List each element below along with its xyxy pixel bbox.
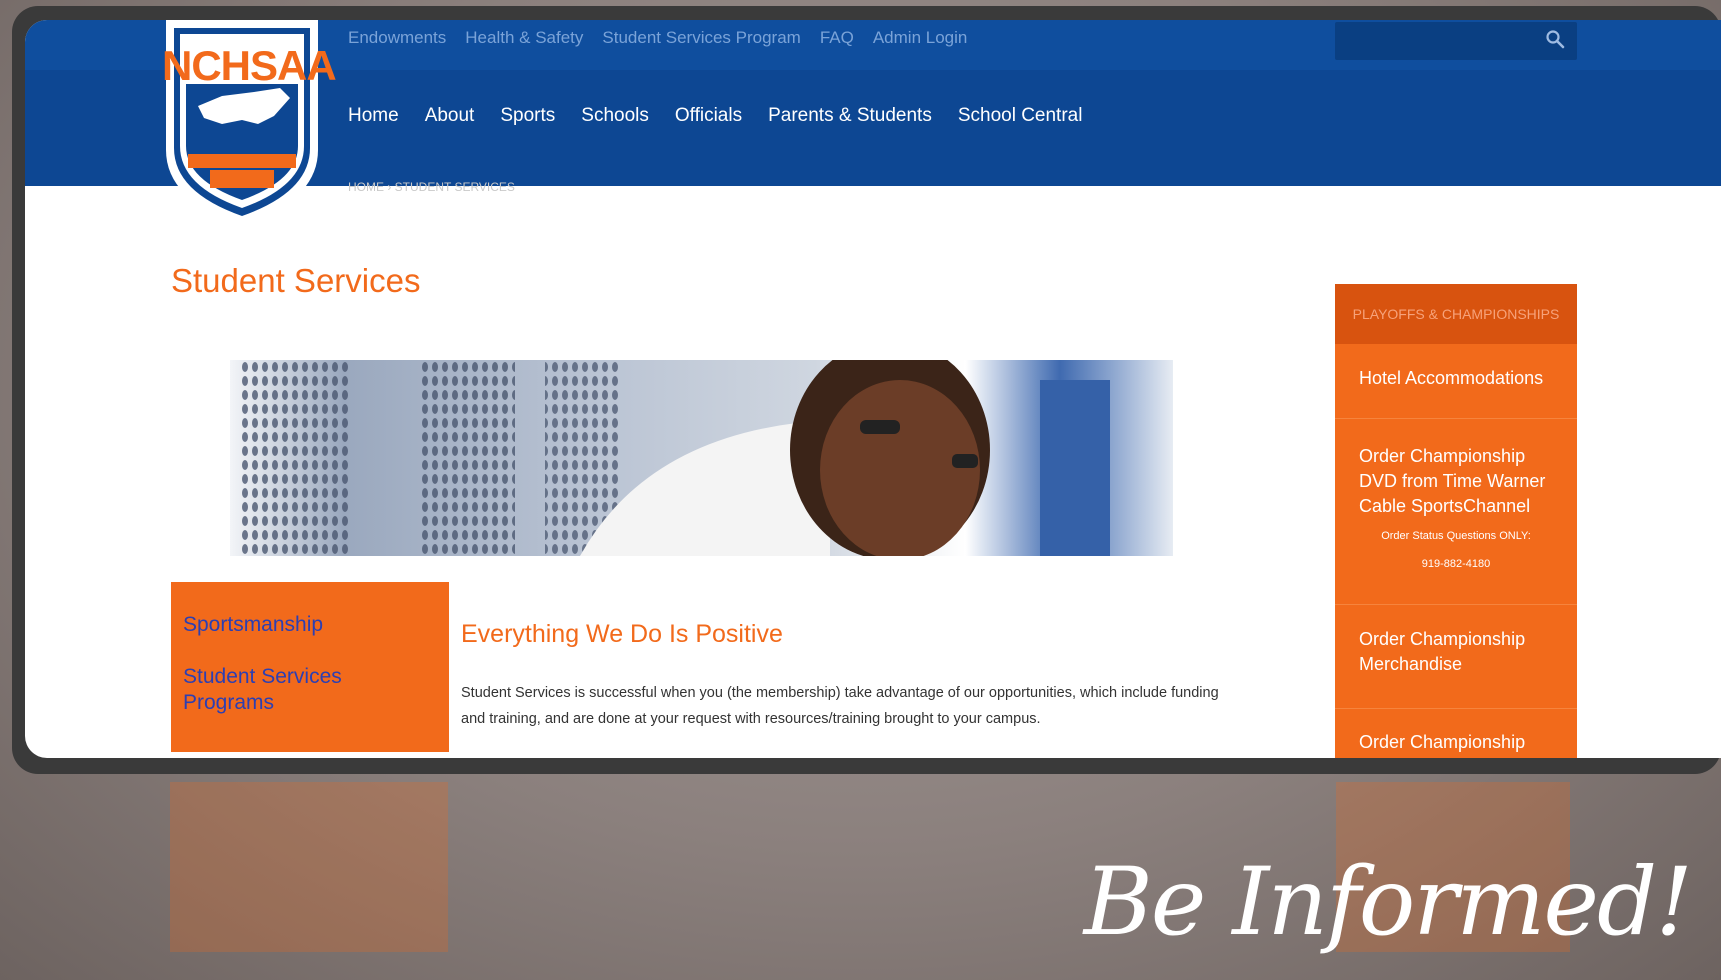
site-logo[interactable]: NCHSAA	[162, 20, 337, 226]
search-icon[interactable]	[1545, 29, 1565, 49]
divider	[1335, 708, 1577, 709]
divider	[1335, 604, 1577, 605]
content-title: Everything We Do Is Positive	[461, 620, 783, 648]
promo-link-order-championship[interactable]: Order Championship	[1359, 730, 1559, 755]
search-input[interactable]	[1335, 22, 1577, 60]
divider	[1335, 418, 1577, 419]
nav-link-endowments[interactable]: Endowments	[348, 28, 446, 48]
utility-nav: Endowments Health & Safety Student Servi…	[348, 28, 967, 48]
page-title: Student Services	[171, 262, 421, 299]
tagline: Be Informed!	[1083, 848, 1693, 957]
side-menu: Sportsmanship Student Services Programs	[171, 582, 449, 752]
nav-parents-students[interactable]: Parents & Students	[768, 105, 932, 127]
nav-schools[interactable]: Schools	[581, 105, 649, 127]
breadcrumb: HOME › STUDENT SERVICES	[348, 180, 515, 194]
nav-link-health-safety[interactable]: Health & Safety	[465, 28, 583, 48]
nav-link-faq[interactable]: FAQ	[820, 28, 854, 48]
nav-officials[interactable]: Officials	[675, 105, 742, 127]
promo-link-hotel[interactable]: Hotel Accommodations	[1359, 366, 1559, 391]
nav-sports[interactable]: Sports	[500, 105, 555, 127]
nav-home[interactable]: Home	[348, 105, 399, 127]
nav-school-central[interactable]: School Central	[958, 105, 1083, 127]
nav-about[interactable]: About	[425, 105, 475, 127]
order-status-phone: 919-882-4180	[1421, 558, 1491, 570]
nav-link-admin-login[interactable]: Admin Login	[873, 28, 968, 48]
main-nav: Home About Sports Schools Officials Pare…	[348, 105, 1082, 127]
content-body: Student Services is successful when you …	[461, 685, 1219, 727]
order-status-note: Order Status Questions ONLY:	[1381, 530, 1531, 542]
side-menu-item-sportsmanship[interactable]: Sportsmanship	[183, 612, 323, 638]
promo-sidebar: PLAYOFFS & CHAMPIONSHIPS Hotel Accommoda…	[1335, 284, 1577, 758]
promo-link-dvd[interactable]: Order Championship DVD from Time Warner …	[1359, 444, 1564, 519]
browser-viewport: Endowments Health & Safety Student Servi…	[25, 20, 1721, 758]
side-menu-item-student-services-programs[interactable]: Student Services Programs	[183, 664, 363, 716]
nav-link-student-services-program[interactable]: Student Services Program	[602, 28, 800, 48]
promo-header: PLAYOFFS & CHAMPIONSHIPS	[1335, 284, 1577, 344]
promo-link-merchandise[interactable]: Order Championship Merchandise	[1359, 627, 1539, 677]
hero-image	[230, 360, 1173, 556]
logo-text: NCHSAA	[162, 42, 337, 89]
